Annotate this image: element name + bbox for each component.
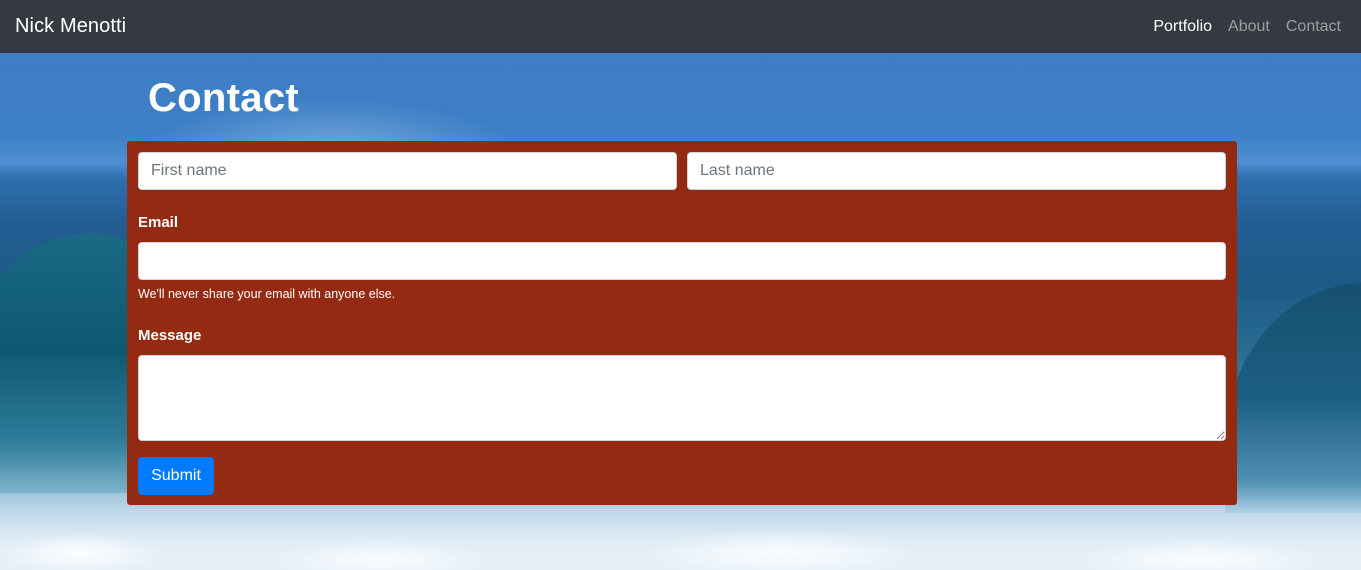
page-title: Contact	[148, 76, 299, 120]
nav-link-about[interactable]: About	[1212, 18, 1270, 36]
message-label: Message	[138, 327, 202, 344]
nav-links: Portfolio About Contact	[1137, 18, 1341, 36]
email-help-text: We'll never share your email with anyone…	[138, 287, 396, 301]
message-textarea[interactable]	[138, 355, 1226, 441]
nav-link-contact[interactable]: Contact	[1270, 18, 1341, 36]
navbar: Nick Menotti Portfolio About Contact	[0, 0, 1361, 53]
brand-link[interactable]: Nick Menotti	[15, 15, 126, 38]
email-input[interactable]	[138, 242, 1226, 280]
submit-button[interactable]: Submit	[138, 457, 214, 495]
last-name-input[interactable]	[687, 152, 1226, 190]
nav-link-portfolio[interactable]: Portfolio	[1137, 18, 1212, 36]
wave-right	[1225, 283, 1361, 513]
contact-form: Email We'll never share your email with …	[127, 141, 1237, 505]
first-name-input[interactable]	[138, 152, 677, 190]
email-label: Email	[138, 214, 179, 231]
